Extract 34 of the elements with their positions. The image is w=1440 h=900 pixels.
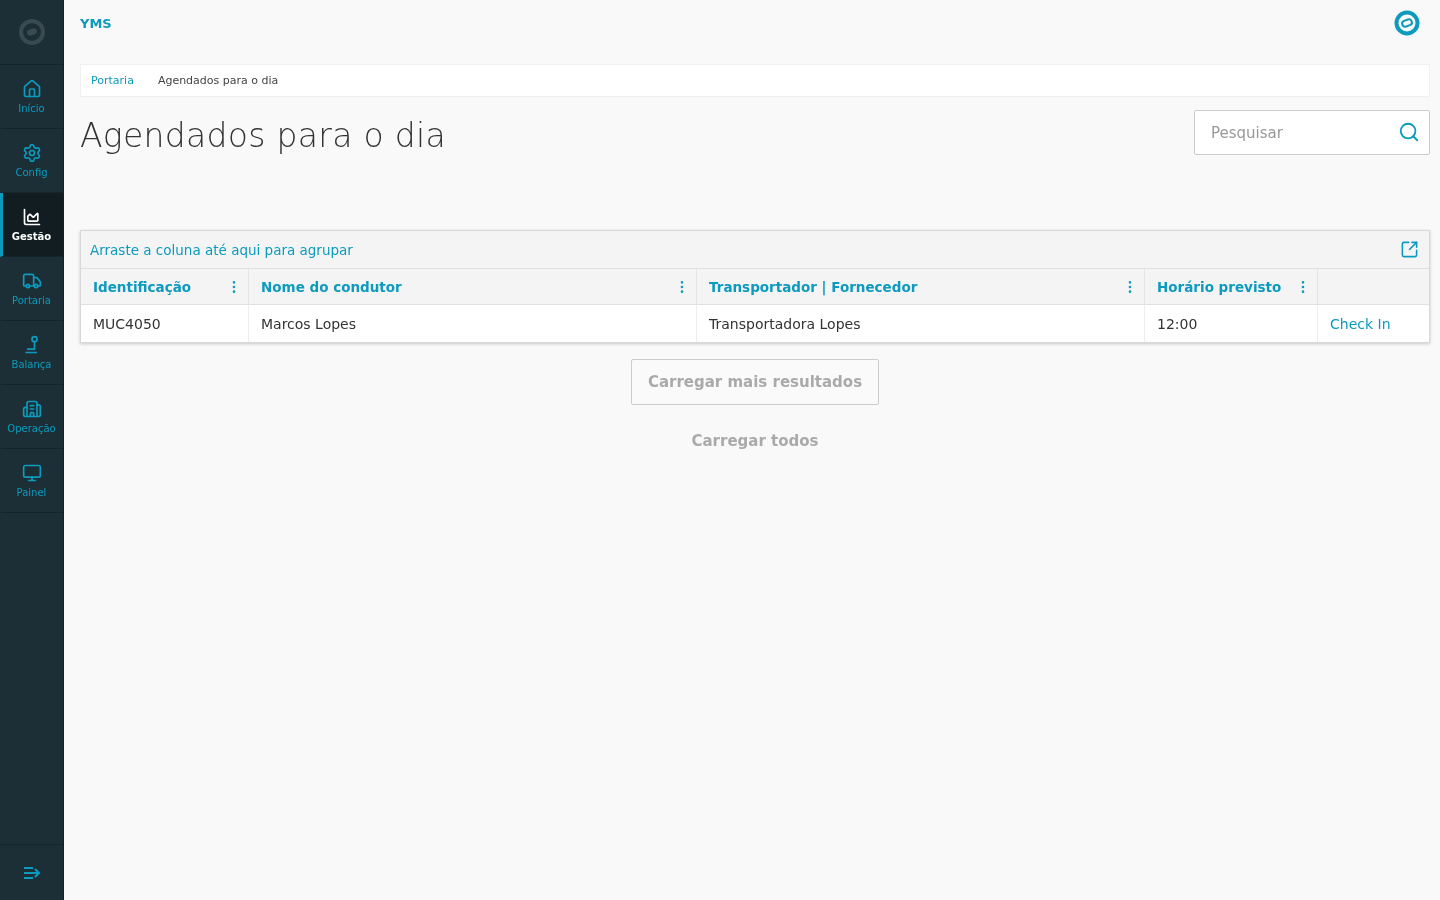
column-header[interactable]: Identificação bbox=[81, 269, 249, 304]
column-header[interactable]: Horário previsto bbox=[1145, 269, 1318, 304]
load-more-button[interactable]: Carregar mais resultados bbox=[630, 359, 880, 405]
column-header[interactable]: Nome do condutor bbox=[249, 269, 697, 304]
search-icon[interactable] bbox=[1398, 121, 1420, 143]
expand-icon bbox=[22, 865, 41, 880]
breadcrumb-link[interactable]: Portaria bbox=[91, 74, 158, 87]
sidebar-item[interactable]: Operação bbox=[0, 385, 63, 449]
settings-icon bbox=[21, 143, 42, 163]
sidebar-item[interactable]: Painel bbox=[0, 449, 63, 513]
export-icon[interactable] bbox=[1400, 240, 1419, 259]
table-cell: Marcos Lopes bbox=[249, 305, 697, 342]
sidebar-item[interactable]: Balança bbox=[0, 321, 63, 385]
sidebar-item[interactable]: Início bbox=[0, 65, 63, 129]
monitor-icon bbox=[21, 463, 42, 483]
page-title: Agendados para o dia bbox=[80, 116, 447, 155]
building-icon bbox=[21, 399, 42, 419]
chart-icon bbox=[21, 207, 42, 227]
table-cell: MUC4050 bbox=[81, 305, 249, 342]
truck-icon bbox=[21, 271, 42, 291]
home-icon bbox=[21, 79, 42, 99]
sidebar-item[interactable]: Portaria bbox=[0, 257, 63, 321]
sidebar-item[interactable]: Gestão bbox=[0, 193, 63, 257]
load-all-button[interactable]: Carregar todos bbox=[685, 431, 825, 451]
user-logo-icon[interactable] bbox=[1394, 10, 1420, 36]
app-name: YMS bbox=[80, 15, 112, 31]
table-cell: 12:00 bbox=[1145, 305, 1318, 342]
group-hint: Arraste a coluna até aqui para agrupar bbox=[90, 241, 353, 258]
table-cell: Transportadora Lopes bbox=[697, 305, 1145, 342]
breadcrumb-link[interactable]: Agendados para o dia bbox=[157, 74, 303, 87]
logo-icon bbox=[18, 19, 45, 45]
column-header[interactable]: Transportador | Fornecedor bbox=[697, 269, 1145, 304]
check-in-link[interactable]: Check In bbox=[1318, 305, 1429, 342]
search-field[interactable]: Pesquisar bbox=[1194, 110, 1430, 155]
